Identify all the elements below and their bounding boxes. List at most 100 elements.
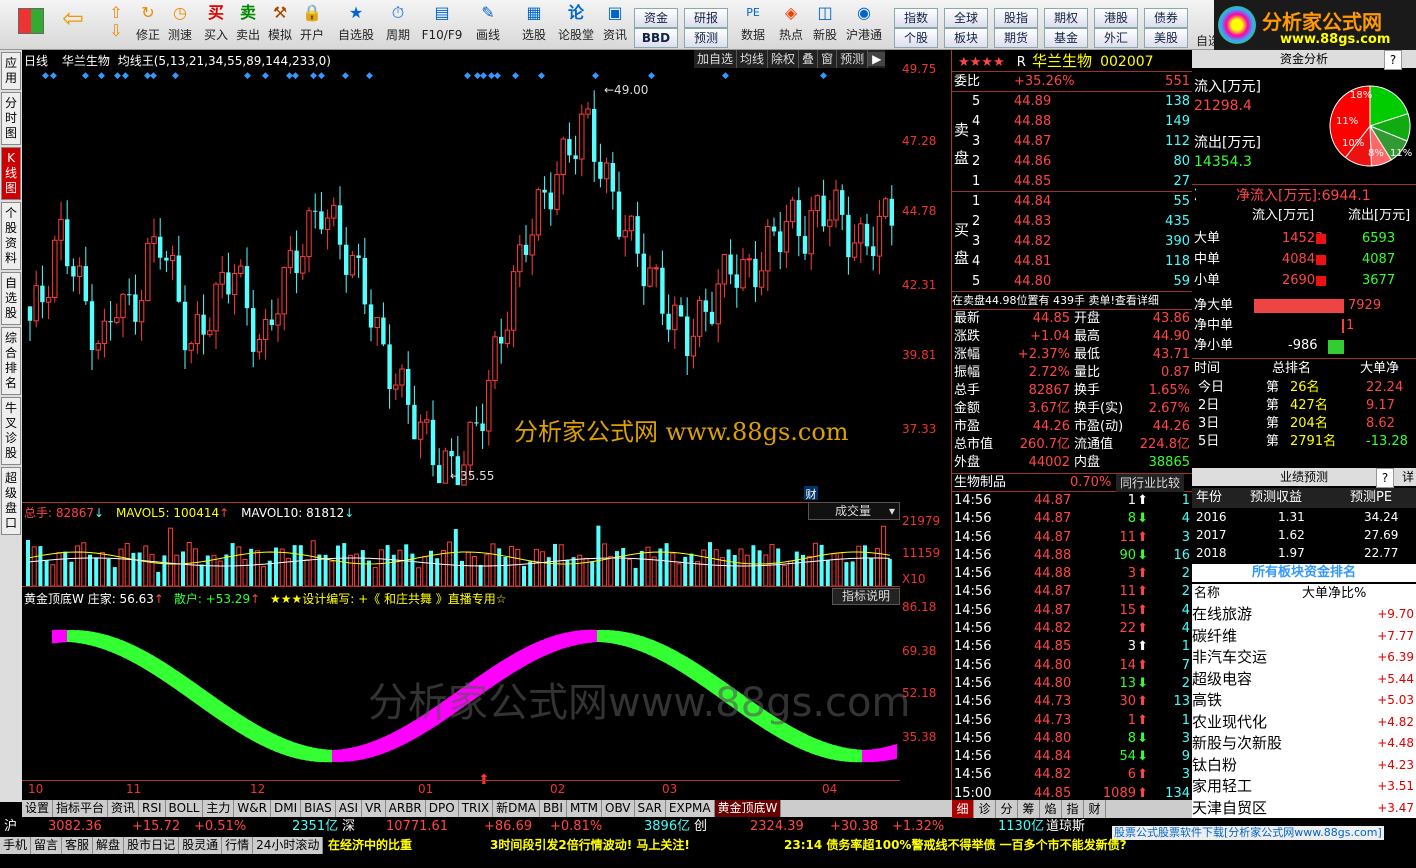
left-tab-2[interactable]: K线图: [1, 147, 21, 200]
indicator-tab-15[interactable]: BBI: [540, 800, 567, 817]
market-button-3[interactable]: 期权: [1044, 8, 1088, 28]
research-button[interactable]: 研报: [684, 8, 728, 28]
hk-connect-button[interactable]: ◉ 沪港通: [844, 2, 884, 42]
buy-row[interactable]: 4 44.81 118: [952, 252, 1192, 272]
sector-row[interactable]: 天津自贸区 +3.47: [1192, 798, 1416, 820]
indicator-tab-9[interactable]: ASI: [336, 800, 363, 817]
left-tab-3[interactable]: 个股资料: [1, 202, 21, 270]
sell-button[interactable]: 卖卖出: [234, 2, 262, 42]
status-link-5[interactable]: 股灵通: [179, 837, 223, 854]
left-tab-5[interactable]: 综合排名: [1, 327, 21, 395]
sector-row[interactable]: 碳纤维 +7.77: [1192, 626, 1416, 648]
left-tab-4[interactable]: 自选股: [1, 272, 21, 325]
indicator-tab-5[interactable]: 主力: [203, 800, 235, 817]
watchlist-button[interactable]: ★ 自选股: [336, 2, 376, 42]
indicator-tab-0[interactable]: 设置: [22, 800, 54, 817]
big-order-note[interactable]: 在卖盘44.98位置有 439手 卖单!查看详细: [952, 292, 1192, 310]
draw-line-button[interactable]: ✎ 画线: [470, 2, 506, 42]
quote-tab-2[interactable]: 分: [996, 800, 1018, 818]
capital-button[interactable]: 资金: [634, 8, 678, 28]
indicator-tab-19[interactable]: EXPMA: [666, 800, 715, 817]
sell-row[interactable]: 5 44.89 138: [952, 92, 1192, 112]
market-button-6[interactable]: 个股: [894, 28, 938, 48]
indicator-tab-13[interactable]: TRIX: [459, 800, 494, 817]
indicator-tab-12[interactable]: DPO: [426, 800, 459, 817]
indicator-tab-10[interactable]: VR: [362, 800, 386, 817]
indicator-tab-7[interactable]: DMI: [271, 800, 302, 817]
indicator-tab-16[interactable]: MTM: [567, 800, 602, 817]
indicator-tab-4[interactable]: BOLL: [166, 800, 204, 817]
sector-row[interactable]: 在线旅游 +9.70: [1192, 604, 1416, 626]
open-account-button[interactable]: 🔒 开户: [298, 2, 326, 42]
back-icon[interactable]: ⇦: [62, 6, 84, 32]
news-ticker-1[interactable]: 在经济中的比重: [328, 837, 412, 854]
market-button-4[interactable]: 港股: [1094, 8, 1138, 28]
candlestick-chart[interactable]: ◆ ◆ ◆ ◆ ◆ ◆ ◆ ◆ ◆ ◆ ◆ ◆ ◆ ◆ ◆ ◆ ◆ ◆ ◆ ◆ ◆ ◆ ◆ ◆ ◆ ◆ ◆ ◆←49.00←35.55: [22, 70, 900, 520]
period-label[interactable]: 日线: [24, 54, 48, 68]
chart-btn-1[interactable]: 均线: [737, 50, 769, 68]
speed-test-button[interactable]: ◷ 测速: [166, 2, 194, 42]
fix-button[interactable]: ↻ 修正: [134, 2, 162, 42]
sector-row[interactable]: 非汽车交运 +6.39: [1192, 647, 1416, 669]
volume-chart[interactable]: [22, 518, 900, 588]
stock-picker-button[interactable]: ▦ 选股: [514, 2, 554, 42]
peer-compare-button[interactable]: 同行业比较: [1116, 474, 1185, 492]
left-tab-1[interactable]: 分时图: [1, 92, 21, 145]
forum-button[interactable]: 论论股堂: [558, 2, 594, 42]
indicator-tab-14[interactable]: 新DMA: [493, 800, 540, 817]
sell-row[interactable]: 4 44.88 149: [952, 112, 1192, 132]
sector-row[interactable]: 超级电容 +5.44: [1192, 669, 1416, 691]
ad-link[interactable]: 股票公式股票软件下载[分析家公式网www.88gs.com]: [1112, 826, 1384, 840]
sell-row[interactable]: 2 44.86 80: [952, 152, 1192, 172]
status-link-0[interactable]: 手机: [0, 837, 32, 854]
market-button-5[interactable]: 债券: [1144, 8, 1188, 28]
finance-marker[interactable]: 财: [804, 486, 818, 501]
market-button-8[interactable]: 期货: [994, 28, 1038, 48]
data-button[interactable]: PE 数据: [738, 2, 768, 42]
indicator-tab-20[interactable]: 黄金顶底W: [714, 800, 782, 817]
quote-tab-4[interactable]: 焰: [1040, 800, 1062, 818]
market-button-7[interactable]: 板块: [944, 28, 988, 48]
news-button[interactable]: ▣ 资讯: [600, 2, 630, 42]
chart-btn-3[interactable]: 叠: [799, 50, 819, 68]
quote-tab-1[interactable]: 诊: [974, 800, 996, 818]
quote-tab-0[interactable]: 细: [952, 800, 974, 818]
period-button[interactable]: ⏱ 周期: [380, 2, 416, 42]
status-link-2[interactable]: 客服: [62, 837, 94, 854]
market-button-0[interactable]: 指数: [894, 8, 938, 28]
hot-button[interactable]: ◈ 热点: [776, 2, 806, 42]
left-tab-6[interactable]: 牛叉诊股: [1, 397, 21, 465]
chart-btn-4[interactable]: 窗: [818, 50, 838, 68]
status-link-6[interactable]: 行情: [222, 837, 254, 854]
sector-row[interactable]: 钛白粉 +4.23: [1192, 755, 1416, 777]
status-link-3[interactable]: 解盘: [93, 837, 125, 854]
market-button-2[interactable]: 股指: [994, 8, 1038, 28]
buy-row[interactable]: 5 44.80 59: [952, 272, 1192, 292]
indicator-tab-1[interactable]: 指标平台: [53, 800, 109, 817]
market-button-9[interactable]: 基金: [1044, 28, 1088, 48]
indicator-name[interactable]: 黄金顶底W: [24, 592, 84, 606]
indicator-tab-18[interactable]: SAR: [635, 800, 666, 817]
indicator-help-button[interactable]: 指标说明: [832, 588, 900, 605]
chart-btn-0[interactable]: 加自选: [694, 50, 738, 68]
status-link-1[interactable]: 留言: [31, 837, 63, 854]
sector-row[interactable]: 高铁 +5.03: [1192, 690, 1416, 712]
simulate-button[interactable]: ⚒ 模拟: [266, 2, 294, 42]
buy-row[interactable]: 2 44.83 435: [952, 212, 1192, 232]
indicator-tab-11[interactable]: ARBR: [386, 800, 426, 817]
indicator-tab-17[interactable]: OBV: [602, 800, 635, 817]
market-button-1[interactable]: 全球: [944, 8, 988, 28]
indicator-tab-2[interactable]: 资讯: [108, 800, 140, 817]
market-button-10[interactable]: 外汇: [1094, 28, 1138, 48]
sell-row[interactable]: 1 44.85 27: [952, 172, 1192, 192]
chart-btn-2[interactable]: 除权: [768, 50, 800, 68]
indicator-tab-3[interactable]: RSI: [139, 800, 166, 817]
indicator-tab-8[interactable]: BIAS: [301, 800, 336, 817]
updown-icon[interactable]: ⇧ ⇩: [104, 4, 128, 40]
status-link-4[interactable]: 股市日记: [124, 837, 180, 854]
market-button-11[interactable]: 美股: [1144, 28, 1188, 48]
chart-btn-5[interactable]: 预测: [837, 50, 869, 68]
news-ticker-3[interactable]: 23:14 债务率超100%警戒线不得举债 一百多个市不能发新债?: [784, 837, 1127, 854]
buy-button[interactable]: 买买入: [202, 2, 230, 42]
chart-menu-icon[interactable]: ▶: [868, 52, 886, 66]
